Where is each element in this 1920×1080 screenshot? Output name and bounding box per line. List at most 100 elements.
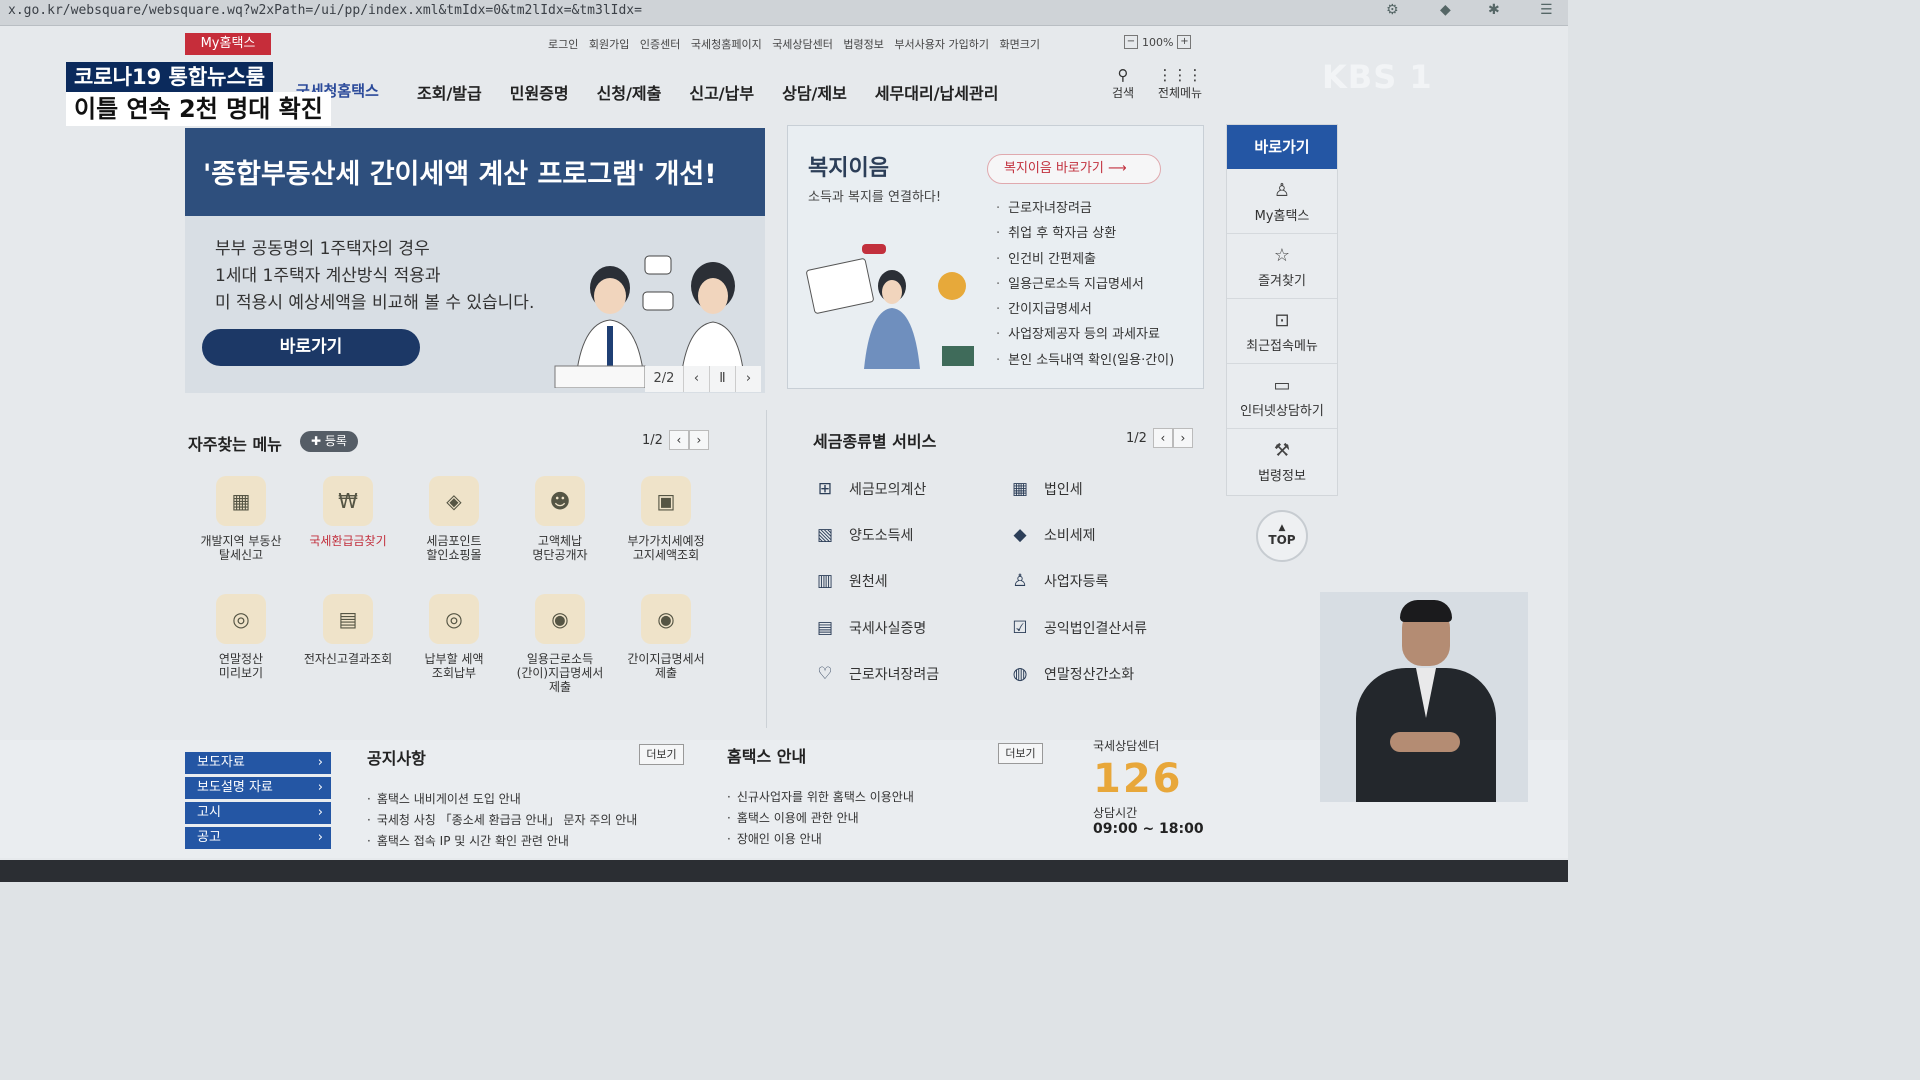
welfare-subtitle: 소득과 복지를 연결하다! [808,190,942,205]
quick-link-recent[interactable]: ⊡ 최근접속메뉴 [1227,299,1337,364]
notice-item[interactable]: 국세청 사칭 「종소세 환급금 안내」 문자 주의 안내 [367,810,637,831]
tax-services-next-button[interactable]: › [1172,428,1193,448]
util-link-dept-join[interactable]: 부서사용자 가입하기 [894,38,989,51]
notice-item[interactable]: 홈택스 접속 IP 및 시간 확인 관련 안내 [367,831,637,852]
clipboard-check-icon: ☑ [1012,618,1028,638]
banner-line: 1세대 1주택자 계산방식 적용과 [215,266,441,286]
banner-next-button[interactable]: › [735,366,761,392]
tax-payment-icon: ◎ [429,594,479,644]
press-nav-item[interactable]: 보도자료 [185,752,331,774]
tax-service-item[interactable]: ⊞ 세금모의계산 [813,477,926,501]
channel-logo: KBS 1 [1322,58,1433,96]
favorite-item[interactable]: ◎ 납부할 세액 조회납부 [404,594,504,680]
recent-search-icon: ⊡ [1274,310,1290,331]
quick-link-law[interactable]: ⚒ 법령정보 [1227,429,1337,494]
favorite-item[interactable]: ₩ 국세환급금찾기 [298,476,398,548]
favorite-item[interactable]: ◎ 연말정산 미리보기 [191,594,291,680]
guide-item[interactable]: 신규사업자를 위한 홈택스 이용안내 [727,787,914,808]
welfare-item[interactable]: 사업장제공자 등의 과세자료 [996,322,1174,347]
favorite-item[interactable]: ▦ 개발지역 부동산 탈세신고 [191,476,291,562]
url-text[interactable]: x.go.kr/websquare/websquare.wq?w2xPath=/… [8,3,642,18]
banner-go-button[interactable]: 바로가기 [202,329,420,366]
refund-search-icon: ₩ [323,476,373,526]
tax-service-item[interactable]: ◆ 소비세제 [1008,523,1095,547]
banner-prev-button[interactable]: ‹ [683,366,709,392]
tax-service-item[interactable]: ◍ 연말정산간소화 [1008,662,1135,686]
notice-more-button[interactable]: 더보기 [639,744,684,765]
search-button[interactable]: ⚲ 검색 [1108,66,1138,101]
quick-link-online-consult[interactable]: ▭ 인터넷상담하기 [1227,364,1337,429]
banner-page-indicator: 2/2 [653,371,675,386]
footer-bar [0,860,1568,882]
press-nav-item[interactable]: 공고 [185,827,331,849]
gnb-item-certificate[interactable]: 민원증명 [510,80,569,104]
scroll-top-button[interactable]: ▲ TOP [1256,510,1308,562]
util-link-law[interactable]: 법령정보 [843,38,883,51]
all-menu-button[interactable]: ⋮⋮⋮ 전체메뉴 [1152,66,1208,101]
tax-service-item[interactable]: ▦ 법인세 [1008,477,1083,501]
tax-service-item[interactable]: ▥ 원천세 [813,569,888,593]
heart-icon: ♡ [817,664,833,684]
translate-icon[interactable]: ⚙ [1386,2,1399,18]
favorite-item[interactable]: ◉ 일용근로소득 (간이)지급명세서 제출 [510,594,610,694]
util-link-join[interactable]: 회원가입 [589,38,629,51]
transfer-tax-icon: ▧ [816,525,834,545]
browser-address-bar[interactable]: x.go.kr/websquare/websquare.wq?w2xPath=/… [0,0,1568,26]
location-icon[interactable]: ◆ [1440,2,1451,18]
favorite-item[interactable]: ◈ 세금포인트 할인쇼핑몰 [404,476,504,562]
welfare-item[interactable]: 본인 소득내역 확인(일용·간이) [996,348,1174,373]
welfare-item[interactable]: 취업 후 학자금 상환 [996,221,1174,246]
util-link-nts[interactable]: 국세청홈페이지 [691,38,762,51]
press-nav-item[interactable]: 고시 [185,802,331,824]
favorite-item[interactable]: ◉ 간이지급명세서 제출 [616,594,716,680]
zoom-out-button[interactable]: − [1124,35,1138,49]
profile-icon[interactable]: ☰ [1540,2,1553,18]
tax-services-prev-button[interactable]: ‹ [1152,428,1173,448]
welfare-item[interactable]: 일용근로소득 지급명세서 [996,272,1174,297]
favorite-item[interactable]: ☻ 고액체납 명단공개자 [510,476,610,562]
banner-pause-button[interactable]: Ⅱ [709,366,735,392]
gnb-item-inquiry[interactable]: 조회/발급 [417,80,482,104]
util-link-login[interactable]: 로그인 [548,38,578,51]
guide-item[interactable]: 홈택스 이용에 관한 안내 [727,808,914,829]
welfare-item[interactable]: 인건비 간편제출 [996,247,1174,272]
tax-service-item[interactable]: ♡ 근로자녀장려금 [813,662,939,686]
gnb-item-consult[interactable]: 상담/제보 [782,80,847,104]
favorites-prev-button[interactable]: ‹ [668,430,689,450]
my-hometax-tab[interactable]: My홈택스 [185,33,271,55]
news-headline: 이틀 연속 2천 명대 확진 [66,92,331,126]
interpreter-hands [1390,732,1460,752]
press-nav-item[interactable]: 보도설명 자료 [185,777,331,799]
favorites-register-button[interactable]: ✚ 등록 [300,431,358,452]
util-link-counsel[interactable]: 국세상담센터 [772,38,833,51]
guide-more-button[interactable]: 더보기 [998,743,1043,764]
banner-title: '종합부동산세 간이세액 계산 프로그램' 개선! [185,128,765,216]
zoom-in-button[interactable]: + [1177,35,1192,49]
tax-service-item[interactable]: ♙ 사업자등록 [1008,569,1108,593]
welfare-link-button[interactable]: 복지이음 바로가기 ⟶ [987,154,1161,184]
favorite-item[interactable]: ▣ 부가가치세예정 고지세액조회 [616,476,716,562]
welfare-item[interactable]: 근로자녀장려금 [996,196,1174,221]
tax-service-item[interactable]: ☑ 공익법인결산서류 [1008,616,1147,640]
util-link-screen-size[interactable]: 화면크기 [999,38,1039,51]
guide-item[interactable]: 장애인 이용 안내 [727,829,914,850]
section-divider [766,410,767,728]
extension-icon[interactable]: ✱ [1488,2,1500,18]
tax-service-item[interactable]: ▧ 양도소득세 [813,523,913,547]
quick-link-my-hometax[interactable]: ♙ My홈택스 [1227,169,1337,234]
notice-item[interactable]: 홈택스 내비게이션 도입 안내 [367,789,637,810]
welfare-item[interactable]: 간이지급명세서 [996,297,1174,322]
quick-link-favorites[interactable]: ☆ 즐겨찾기 [1227,234,1337,299]
daily-wage-statement-icon: ◉ [535,594,585,644]
util-link-cert[interactable]: 인증센터 [640,38,680,51]
welfare-link-label: 복지이음 바로가기 [1004,161,1104,176]
favorites-next-button[interactable]: › [688,430,709,450]
gnb-item-report[interactable]: 신고/납부 [689,80,754,104]
gnb-item-agent[interactable]: 세무대리/납세관리 [875,80,999,104]
gnb-item-apply[interactable]: 신청/제출 [597,80,662,104]
quick-link-label: My홈택스 [1254,209,1310,224]
favorite-item[interactable]: ▤ 전자신고결과조회 [298,594,398,666]
press-nav: 보도자료 보도설명 자료 고시 공고 [185,752,331,852]
tax-service-item[interactable]: ▤ 국세사실증명 [813,616,926,640]
vat-inquiry-icon: ▣ [641,476,691,526]
